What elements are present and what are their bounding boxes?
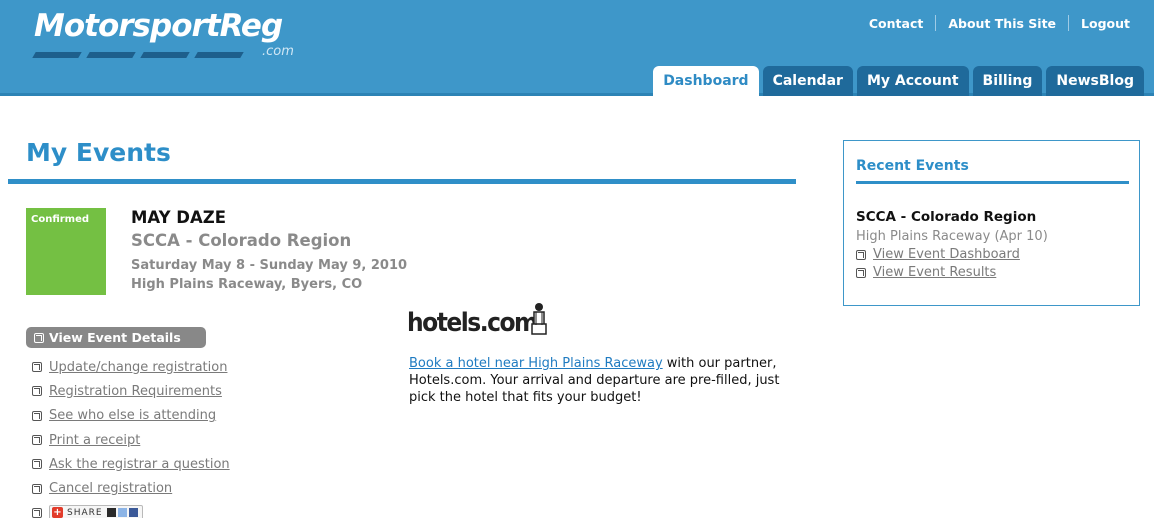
recent-event-venue: High Plains Raceway (Apr 10)	[856, 229, 1048, 244]
external-link-icon	[32, 459, 42, 470]
external-link-icon	[32, 483, 42, 494]
list-item: Registration Requirements	[32, 379, 230, 403]
external-link-icon	[32, 386, 42, 397]
share-label: SHARE	[67, 507, 103, 518]
recent-events-divider	[856, 181, 1129, 184]
view-event-results-link[interactable]: View Event Results	[873, 265, 996, 280]
tab-calendar[interactable]: Calendar	[762, 66, 853, 96]
event-name: MAY DAZE	[131, 208, 227, 227]
site-header: MotorsportReg .com Contact About This Si…	[0, 0, 1154, 96]
hotel-promo-text: Book a hotel near High Plains Raceway wi…	[409, 355, 789, 406]
share-button[interactable]: + SHARE	[49, 504, 143, 518]
external-link-icon	[32, 435, 42, 446]
external-link-icon	[32, 410, 42, 421]
about-link[interactable]: About This Site	[936, 16, 1068, 31]
external-link-icon	[32, 362, 42, 373]
ask-registrar-link[interactable]: Ask the registrar a question	[49, 457, 230, 472]
logout-link[interactable]: Logout	[1069, 16, 1142, 31]
hotels-logo-text: hotels.com	[407, 308, 538, 338]
contact-link[interactable]: Contact	[857, 16, 935, 31]
list-item: View Event Dashboard	[856, 247, 1020, 262]
tab-billing[interactable]: Billing	[972, 66, 1043, 96]
hotels-com-logo[interactable]: hotels.com	[407, 302, 557, 342]
recent-events-title: Recent Events	[856, 158, 969, 174]
external-link-icon	[32, 507, 42, 518]
tab-dashboard[interactable]: Dashboard	[653, 66, 759, 96]
list-item: View Event Results	[856, 265, 996, 280]
external-link-icon	[856, 249, 866, 260]
list-item: Update/change registration	[32, 355, 230, 379]
logo-text: MotorsportReg	[34, 8, 283, 44]
event-actions-list: Update/change registration Registration …	[32, 355, 230, 518]
recent-events-panel: Recent Events SCCA - Colorado Region Hig…	[843, 140, 1140, 306]
tab-newsblog[interactable]: NewsBlog	[1046, 66, 1144, 96]
cancel-registration-link[interactable]: Cancel registration	[49, 481, 172, 496]
event-dates: Saturday May 8 - Sunday May 9, 2010	[131, 258, 408, 273]
facebook-icon	[128, 508, 138, 518]
recent-event-organization: SCCA - Colorado Region	[856, 209, 1037, 225]
title-divider	[8, 179, 796, 184]
event-venue: High Plains Raceway, Byers, CO	[131, 277, 363, 292]
logo-stripes	[32, 52, 254, 60]
external-link-icon	[34, 332, 44, 343]
top-links: Contact About This Site Logout	[857, 15, 1142, 31]
update-registration-link[interactable]: Update/change registration	[49, 360, 227, 375]
bellhop-icon	[531, 303, 547, 335]
external-link-icon	[856, 267, 866, 278]
digg-icon	[117, 508, 127, 518]
view-event-details-label: View Event Details	[49, 330, 181, 345]
list-item: Cancel registration	[32, 476, 230, 500]
book-hotel-link[interactable]: Book a hotel near High Plains Raceway	[409, 356, 663, 371]
delicious-icon	[106, 508, 116, 518]
motorsportreg-logo[interactable]: MotorsportReg .com	[32, 8, 324, 68]
logo-com: .com	[262, 44, 294, 59]
list-item: Ask the registrar a question	[32, 452, 230, 476]
list-item: Print a receipt	[32, 428, 230, 452]
plus-icon: +	[52, 507, 63, 518]
list-item: + SHARE	[32, 501, 230, 518]
print-receipt-link[interactable]: Print a receipt	[49, 433, 140, 448]
tab-my-account[interactable]: My Account	[856, 66, 969, 96]
list-item: See who else is attending	[32, 404, 230, 428]
see-attendees-link[interactable]: See who else is attending	[49, 408, 216, 423]
event-organization: SCCA - Colorado Region	[131, 231, 352, 250]
social-icons	[106, 508, 138, 518]
status-badge: Confirmed	[26, 208, 106, 295]
page-title: My Events	[26, 138, 171, 167]
main-tabs: Dashboard Calendar My Account Billing Ne…	[653, 66, 1144, 96]
view-event-details-button[interactable]: View Event Details	[26, 327, 206, 348]
registration-requirements-link[interactable]: Registration Requirements	[49, 384, 222, 399]
view-event-dashboard-link[interactable]: View Event Dashboard	[873, 247, 1020, 262]
